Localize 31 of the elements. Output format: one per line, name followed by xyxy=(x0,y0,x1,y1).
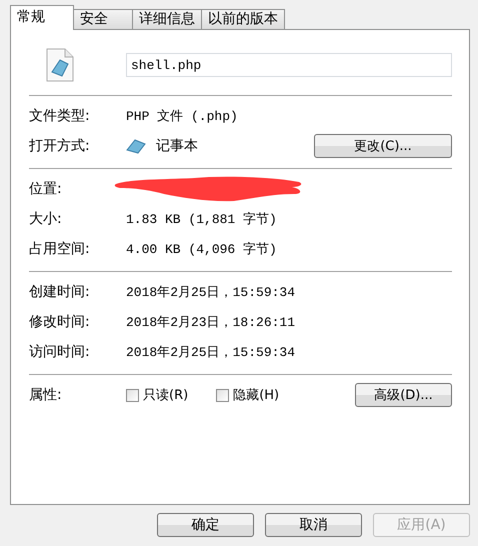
app-name: 记事本 xyxy=(156,137,199,155)
field-label: 打开方式: xyxy=(29,137,91,155)
dialog-button[interactable]: 确定 xyxy=(157,513,254,537)
tab[interactable]: 以前的版本 xyxy=(201,9,285,29)
file-name-field[interactable]: shell.php xyxy=(126,53,452,77)
field-value: 4.00 KB (4,096 字节) xyxy=(126,241,277,258)
field-label: 位置: xyxy=(29,180,63,198)
notepad-icon xyxy=(126,138,146,154)
tab[interactable]: 常规 xyxy=(10,5,74,30)
field-label: 修改时间: xyxy=(29,313,91,331)
field-value: 1.83 KB (1,881 字节) xyxy=(126,211,277,228)
field-value: 2018年2月25日，15:59:34 xyxy=(126,344,296,361)
dialog-button[interactable]: 取消 xyxy=(265,513,362,537)
tab[interactable]: 详细信息 xyxy=(132,9,202,29)
field-value: 2018年2月25日，15:59:34 xyxy=(126,284,296,301)
field-label: 访问时间: xyxy=(29,343,91,361)
field-label: 属性: xyxy=(29,386,63,404)
checkbox-option[interactable]: 隐藏(H) xyxy=(216,386,280,404)
field-label: 大小: xyxy=(29,210,63,228)
advanced-button[interactable]: 高级(D)... xyxy=(355,383,452,407)
field-value: PHP 文件 (.php) xyxy=(126,108,238,125)
change-button[interactable]: 更改(C)... xyxy=(314,134,452,158)
field-label: 文件类型: xyxy=(29,107,91,125)
field-value: 2018年2月23日，18:26:11 xyxy=(126,314,296,331)
checkbox[interactable] xyxy=(216,388,230,402)
checkbox[interactable] xyxy=(126,388,139,402)
field-label: 创建时间: xyxy=(29,283,91,301)
notepad-file-icon xyxy=(46,48,74,82)
field-label: 占用空间: xyxy=(29,240,91,258)
tab[interactable]: 安全 xyxy=(73,9,133,29)
checkbox-option[interactable]: 只读(R) xyxy=(126,386,188,404)
